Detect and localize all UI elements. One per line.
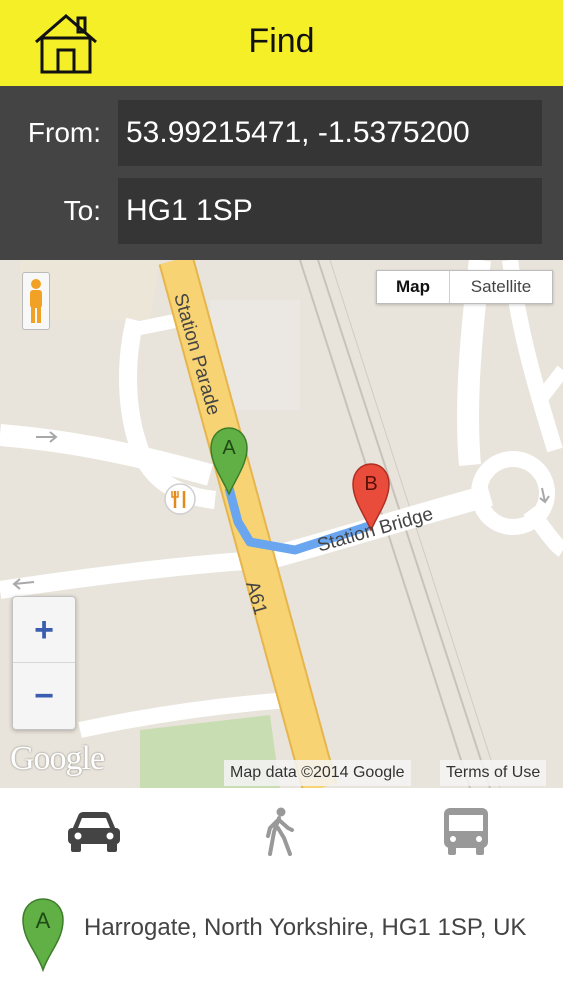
page-title: Find <box>248 22 315 60</box>
marker-a-label: A <box>222 437 236 459</box>
map-type-control: Map Satellite <box>376 270 553 304</box>
restaurant-icon[interactable] <box>164 483 196 515</box>
google-logo: Google <box>10 740 105 777</box>
from-label: From: <box>27 117 101 148</box>
zoom-out-button[interactable]: − <box>13 663 75 729</box>
route-panel: From: 53.99215471, -1.5375200 To: HG1 1S… <box>0 86 563 260</box>
transport-modes <box>0 788 563 878</box>
map-attribution: Map data ©2014 Google <box>224 760 411 786</box>
map-type-satellite-button[interactable]: Satellite <box>450 271 552 303</box>
terms-of-use-link[interactable]: Terms of Use <box>440 760 547 786</box>
pegman-icon[interactable] <box>22 272 50 330</box>
result-marker-label: A <box>36 908 51 933</box>
to-label: To: <box>63 195 101 226</box>
zoom-in-button[interactable]: + <box>13 597 75 663</box>
result-address: Harrogate, North Yorkshire, HG1 1SP, UK <box>84 914 527 941</box>
result-marker-icon: A <box>22 898 64 972</box>
marker-b-label: B <box>364 473 377 495</box>
car-icon[interactable] <box>64 806 124 858</box>
to-field[interactable]: HG1 1SP <box>118 178 542 244</box>
destination-result[interactable]: A Harrogate, North Yorkshire, HG1 1SP, U… <box>0 878 563 1000</box>
from-field[interactable]: 53.99215471, -1.5375200 <box>118 100 542 166</box>
map-view[interactable]: A B Station Parade Station Bridge A61 Ma… <box>0 260 563 788</box>
zoom-control: + − <box>12 596 76 730</box>
map-canvas: A B <box>0 260 563 788</box>
map-type-map-button[interactable]: Map <box>377 271 450 303</box>
app-header: Find <box>0 0 563 86</box>
bus-icon[interactable] <box>436 806 496 858</box>
walking-icon[interactable] <box>250 806 310 858</box>
